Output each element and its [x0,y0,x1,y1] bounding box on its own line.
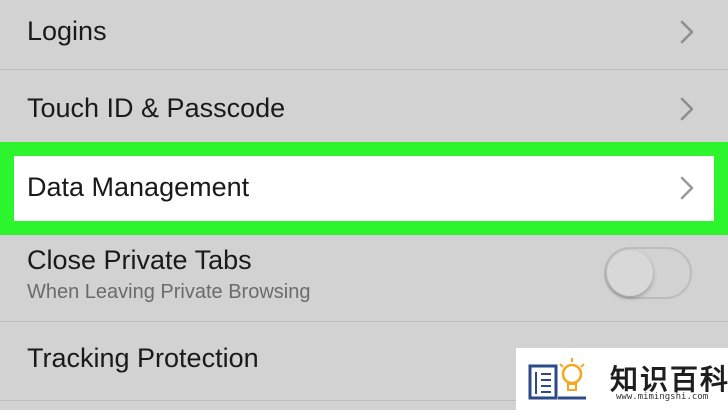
row-label: Data Management [27,172,250,202]
row-label: Touch ID & Passcode [27,93,286,123]
chevron-right-icon [677,175,697,201]
settings-row-data-management[interactable]: Data Management [14,156,714,221]
row-label: Close Private Tabs [27,245,252,275]
close-private-tabs-toggle[interactable] [604,247,692,299]
row-label: Tracking Protection [27,343,259,373]
chevron-right-icon [677,96,697,122]
book-lightbulb-icon [528,356,588,402]
settings-row-logins[interactable]: Logins [0,0,728,70]
settings-screen: Logins Touch ID & Passcode Data Manageme… [0,0,728,410]
row-label: Logins [27,16,107,46]
watermark: 知识百科 www.mimingshi.com [516,348,728,410]
toggle-knob [607,250,653,296]
highlight-box: Data Management [0,142,728,235]
watermark-url: www.mimingshi.com [616,392,709,402]
chevron-right-icon [677,19,697,45]
row-sublabel: When Leaving Private Browsing [27,281,311,303]
settings-row-touch-id-passcode[interactable]: Touch ID & Passcode [0,70,728,142]
